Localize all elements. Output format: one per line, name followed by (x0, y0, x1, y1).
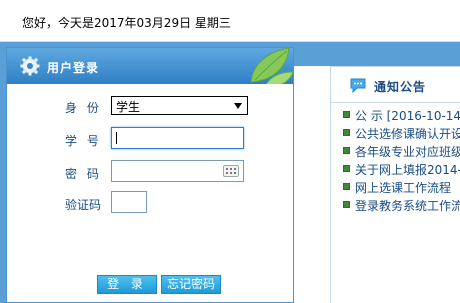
captcha-input[interactable] (111, 191, 147, 213)
identity-select[interactable]: 学生 (111, 96, 248, 115)
identity-label: 身 份 (65, 101, 102, 115)
password-row: 密 码 (7, 160, 293, 184)
notice-item[interactable]: 各年级专业对应班级 (331, 142, 460, 160)
keyboard-icon[interactable] (223, 165, 239, 177)
identity-row: 身 份 学生 (7, 94, 293, 118)
bullet-icon (343, 129, 350, 136)
student-id-label: 学 号 (65, 134, 102, 148)
notice-item-text[interactable]: 关于网上填报2014-2 (355, 161, 460, 178)
notice-item-text[interactable]: 各年级专业对应班级 (355, 143, 460, 160)
notice-header: 通知公告 (331, 67, 460, 103)
login-title: 用户登录 (47, 61, 100, 75)
bullet-icon (343, 165, 350, 172)
button-row: 登 录 忘记密码 (7, 275, 293, 294)
notice-item-text[interactable]: 公 示 [2016-10-14 (355, 107, 460, 124)
password-input[interactable] (111, 160, 244, 182)
captcha-label: 验证码 (65, 198, 102, 212)
notice-item[interactable]: 关于网上填报2014-2 (331, 160, 460, 178)
content-gap (294, 66, 330, 303)
bullet-icon (343, 111, 350, 118)
login-button[interactable]: 登 录 (97, 275, 157, 294)
notice-item[interactable]: 公共选修课确认开设 (331, 124, 460, 142)
login-panel: 用户登录 身 份 学生 学 号 密 码 验证码 登 录 忘记密码 (6, 47, 294, 303)
chevron-down-icon (234, 103, 242, 109)
forgot-password-button[interactable]: 忘记密码 (161, 275, 221, 294)
gear-icon (20, 56, 40, 76)
captcha-row: 验证码 (7, 191, 293, 215)
page: 您好，今天是2017年03月29日 星期三 用户登录 身 份 学生 学 号 密 … (0, 0, 460, 303)
bullet-icon (343, 183, 350, 190)
notice-item[interactable]: 登录教务系统工作流 (331, 196, 460, 214)
student-id-row: 学 号 (7, 127, 293, 151)
speech-bubble-icon (350, 78, 366, 93)
login-body: 身 份 学生 学 号 密 码 验证码 登 录 忘记密码 (7, 84, 293, 302)
notice-item-text[interactable]: 公共选修课确认开设 (355, 125, 460, 142)
bullet-icon (343, 201, 350, 208)
notice-item-text[interactable]: 登录教务系统工作流 (355, 197, 460, 214)
notice-item-text[interactable]: 网上选课工作流程 (355, 179, 451, 196)
bullet-icon (343, 147, 350, 154)
notice-item[interactable]: 公 示 [2016-10-14 (331, 106, 460, 124)
greeting-bar: 您好，今天是2017年03月29日 星期三 (0, 0, 460, 42)
password-label: 密 码 (65, 167, 102, 181)
notice-title: 通知公告 (374, 80, 427, 94)
greeting-text: 您好，今天是2017年03月29日 星期三 (22, 16, 231, 30)
notice-item[interactable]: 网上选课工作流程 (331, 178, 460, 196)
text-caret (116, 132, 117, 144)
notice-panel: 通知公告 公 示 [2016-10-14 公共选修课确认开设 各年级专业对应班级… (330, 66, 460, 303)
identity-select-value: 学生 (116, 100, 141, 114)
student-id-input[interactable] (111, 127, 244, 149)
